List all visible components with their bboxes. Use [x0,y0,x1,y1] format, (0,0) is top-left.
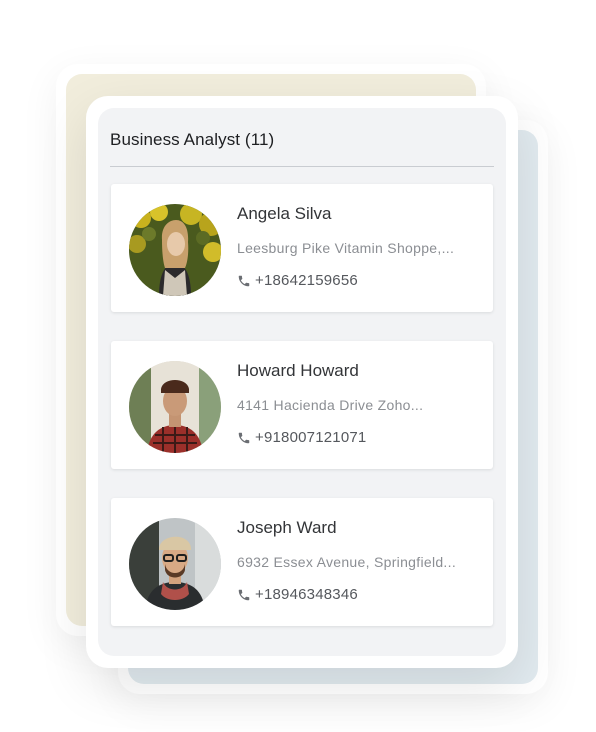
contact-name: Joseph Ward [237,518,337,537]
avatar [129,518,221,610]
avatar [129,204,221,296]
contact-phone-row[interactable]: +18946348346 [237,586,358,603]
stage: Business Analyst (11) Angela Silva Leesb… [0,0,596,732]
contact-name: Howard Howard [237,361,359,380]
contact-card[interactable]: Joseph Ward 6932 Essex Avenue, Springfie… [111,498,493,626]
panel-header: Business Analyst (11) [110,130,494,167]
front-card: Business Analyst (11) Angela Silva Leesb… [86,96,518,668]
contacts-panel: Business Analyst (11) Angela Silva Leesb… [98,108,506,656]
contact-address: Leesburg Pike Vitamin Shoppe,... [237,240,455,256]
contact-phone: +18946348346 [255,586,358,603]
contact-card[interactable]: Angela Silva Leesburg Pike Vitamin Shopp… [111,184,493,312]
phone-icon [238,589,250,600]
contact-card[interactable]: Howard Howard 4141 Hacienda Drive Zoho..… [111,341,493,469]
avatar-image [129,204,221,296]
contact-phone-row[interactable]: +18642159656 [237,272,358,289]
phone-icon [238,432,250,443]
avatar-image [129,518,221,610]
contact-address: 6932 Essex Avenue, Springfield... [237,554,457,570]
contact-address: 4141 Hacienda Drive Zoho... [237,397,424,413]
contact-phone: +918007121071 [255,429,367,446]
contact-name: Angela Silva [237,204,332,223]
avatar [129,361,221,453]
contact-phone-row[interactable]: +918007121071 [237,429,366,446]
avatar-image [129,361,221,453]
panel-title: Business Analyst (11) [110,130,275,149]
phone-icon [238,275,250,286]
contact-phone: +18642159656 [255,272,358,289]
